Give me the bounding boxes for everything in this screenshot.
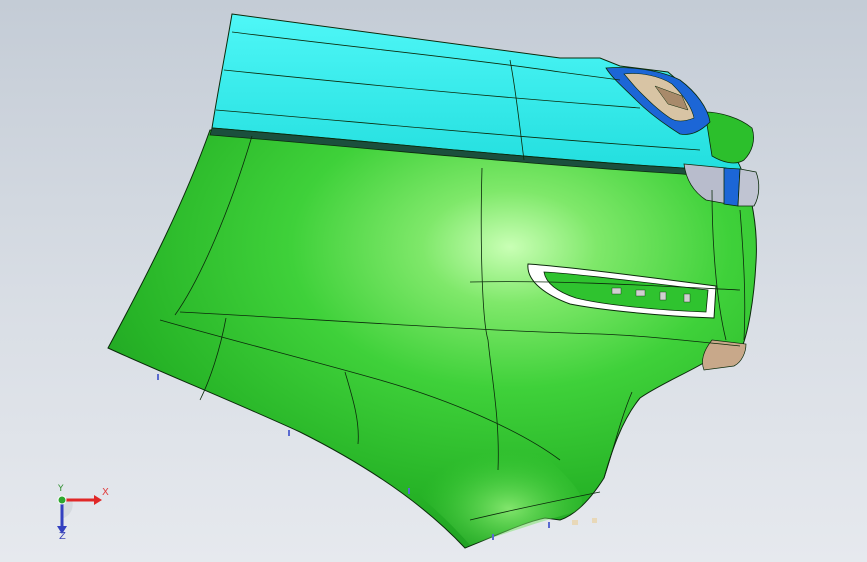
x-axis-label: X (102, 487, 109, 498)
y-axis-label: Y (58, 484, 64, 494)
graphics-viewport[interactable]: X Y Z (0, 0, 867, 562)
axis-triad[interactable]: X Y Z (44, 484, 114, 546)
rear-edge-flange (704, 111, 754, 164)
z-axis-label: Z (59, 531, 66, 542)
cad-part-model[interactable] (0, 0, 867, 562)
